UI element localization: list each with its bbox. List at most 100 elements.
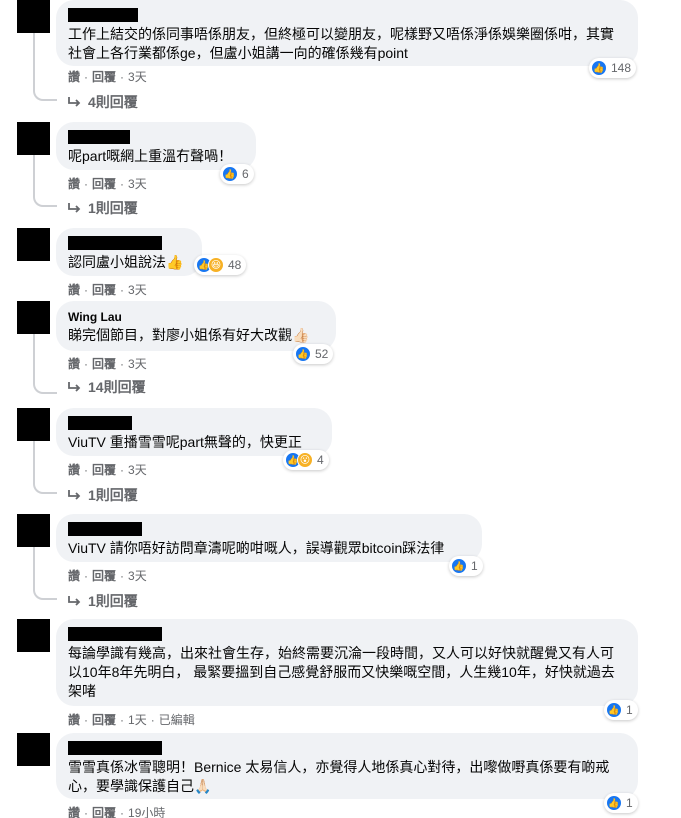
- thread-connector: [33, 480, 57, 494]
- thread-line: [33, 155, 35, 193]
- redacted-author-name[interactable]: [68, 130, 130, 144]
- redacted-author-name[interactable]: [68, 522, 142, 536]
- reply-link[interactable]: 回覆: [92, 804, 116, 818]
- reaction-summary[interactable]: 👍 148: [589, 58, 637, 78]
- view-replies-link[interactable]: 4則回覆: [68, 92, 138, 112]
- timestamp[interactable]: 3天: [128, 68, 147, 85]
- redacted-author-name[interactable]: [68, 8, 138, 22]
- avatar[interactable]: [17, 733, 50, 766]
- view-replies-link[interactable]: 1則回覆: [68, 485, 138, 505]
- wow-reaction-icon: 😮: [297, 452, 313, 468]
- haha-reaction-icon: 😆: [208, 257, 224, 273]
- reply-arrow-icon: [68, 203, 81, 213]
- like-link[interactable]: 讚: [68, 804, 80, 818]
- redacted-author-name[interactable]: [68, 236, 162, 250]
- redacted-author-name[interactable]: [68, 416, 132, 430]
- reply-link[interactable]: 回覆: [92, 567, 116, 584]
- reaction-summary[interactable]: 👍 😮 4: [283, 450, 329, 470]
- separator: ·: [120, 282, 125, 297]
- reply-link[interactable]: 回覆: [92, 711, 116, 728]
- like-reaction-icon: 👍: [222, 166, 238, 182]
- reply-arrow-icon: [68, 596, 81, 606]
- like-reaction-icon: 👍: [591, 60, 607, 76]
- reaction-summary[interactable]: 👍 1: [604, 793, 638, 813]
- separator: ·: [120, 805, 125, 818]
- avatar[interactable]: [17, 122, 50, 155]
- thread-connector: [33, 380, 57, 394]
- comment-bubble: 雪雪真係冰雪聰明！Bernice 太易信人，亦覺得人地係真心對待，出嚟做嘢真係要…: [56, 733, 638, 799]
- avatar[interactable]: [17, 228, 50, 261]
- comment-text: ViuTV 重播雪雪呢part無聲的，快更正: [68, 434, 302, 450]
- like-link[interactable]: 讚: [68, 175, 80, 192]
- like-link[interactable]: 讚: [68, 711, 80, 728]
- comment-text: 每論學識有幾高，出來社會生存，始終需要沉淪一段時間，又人可以好快就醒覺又有人可以…: [68, 645, 615, 699]
- avatar[interactable]: [17, 301, 50, 334]
- reaction-summary[interactable]: 👍 6: [220, 164, 254, 184]
- timestamp[interactable]: 3天: [128, 567, 147, 584]
- separator: ·: [120, 568, 125, 583]
- thread-line: [33, 441, 35, 480]
- comment-bubble: Wing Lau 睇完個節目，對廖小姐係有好大改觀👍🏻: [56, 301, 336, 351]
- timestamp[interactable]: 3天: [128, 355, 147, 372]
- timestamp[interactable]: 3天: [128, 461, 147, 478]
- thread-line: [33, 334, 35, 380]
- view-replies-link[interactable]: 14則回覆: [68, 377, 146, 397]
- separator: ·: [120, 356, 125, 371]
- comment-text: ViuTV 請你唔好訪問章濤呢啲咁嘅人，誤導觀眾bitcoin踩法律: [68, 540, 445, 556]
- comment-bubble: ViuTV 重播雪雪呢part無聲的，快更正: [56, 408, 332, 456]
- avatar[interactable]: [17, 514, 50, 547]
- separator: ·: [120, 462, 125, 477]
- replies-count: 1則回覆: [88, 593, 138, 609]
- avatar[interactable]: [17, 619, 50, 652]
- like-link[interactable]: 讚: [68, 355, 80, 372]
- separator: ·: [84, 462, 89, 477]
- reply-link[interactable]: 回覆: [92, 175, 116, 192]
- separator: ·: [84, 568, 89, 583]
- like-reaction-icon: 👍: [295, 346, 311, 362]
- reaction-summary[interactable]: 👍 1: [449, 556, 483, 576]
- comment-actions: 讚 · 回覆 · 3天: [68, 567, 147, 584]
- author-name[interactable]: Wing Lau: [68, 309, 324, 325]
- edited-label[interactable]: 已編輯: [159, 711, 195, 728]
- like-link[interactable]: 讚: [68, 68, 80, 85]
- comment-actions: 讚 · 回覆 · 1天 · 已編輯: [68, 711, 195, 728]
- reply-link[interactable]: 回覆: [92, 68, 116, 85]
- reaction-summary[interactable]: 👍 52: [293, 344, 334, 364]
- reaction-summary[interactable]: 👍 😆 48: [194, 255, 247, 275]
- like-reaction-icon: 👍: [606, 702, 622, 718]
- timestamp[interactable]: 3天: [128, 175, 147, 192]
- reply-link[interactable]: 回覆: [92, 281, 116, 298]
- timestamp[interactable]: 1天: [128, 711, 147, 728]
- avatar[interactable]: [17, 0, 50, 33]
- view-replies-link[interactable]: 1則回覆: [68, 591, 138, 611]
- reaction-count: 52: [315, 347, 329, 361]
- like-link[interactable]: 讚: [68, 281, 80, 298]
- view-replies-link[interactable]: 1則回覆: [68, 198, 138, 218]
- comment-actions: 讚 · 回覆 · 3天: [68, 281, 147, 298]
- separator: ·: [120, 69, 125, 84]
- separator: ·: [150, 712, 155, 727]
- reply-link[interactable]: 回覆: [92, 461, 116, 478]
- timestamp[interactable]: 19小時: [128, 804, 165, 818]
- reply-arrow-icon: [68, 490, 81, 500]
- redacted-author-name[interactable]: [68, 627, 162, 641]
- reaction-count: 1: [471, 559, 478, 573]
- separator: ·: [120, 712, 125, 727]
- reaction-summary[interactable]: 👍 1: [604, 700, 638, 720]
- comment-bubble: 每論學識有幾高，出來社會生存，始終需要沉淪一段時間，又人可以好快就醒覺又有人可以…: [56, 619, 638, 706]
- reply-link[interactable]: 回覆: [92, 355, 116, 372]
- comment-actions: 讚 · 回覆 · 19小時: [68, 804, 165, 818]
- comment-bubble: 工作上結交的係同事唔係朋友，但終極可以變朋友，呢樣野又唔係淨係娛樂圈係咁，其實社…: [56, 0, 638, 66]
- timestamp[interactable]: 3天: [128, 281, 147, 298]
- thread-connector: [33, 87, 57, 101]
- thread-connector: [33, 193, 57, 207]
- avatar[interactable]: [17, 408, 50, 441]
- redacted-author-name[interactable]: [68, 741, 162, 755]
- like-link[interactable]: 讚: [68, 461, 80, 478]
- comment-actions: 讚 · 回覆 · 3天: [68, 68, 147, 85]
- reaction-count: 148: [611, 61, 632, 75]
- comment-feed: 工作上結交的係同事唔係朋友，但終極可以變朋友，呢樣野又唔係淨係娛樂圈係咁，其實社…: [0, 0, 681, 818]
- reply-arrow-icon: [68, 382, 81, 392]
- like-link[interactable]: 讚: [68, 567, 80, 584]
- reaction-count: 4: [317, 453, 324, 467]
